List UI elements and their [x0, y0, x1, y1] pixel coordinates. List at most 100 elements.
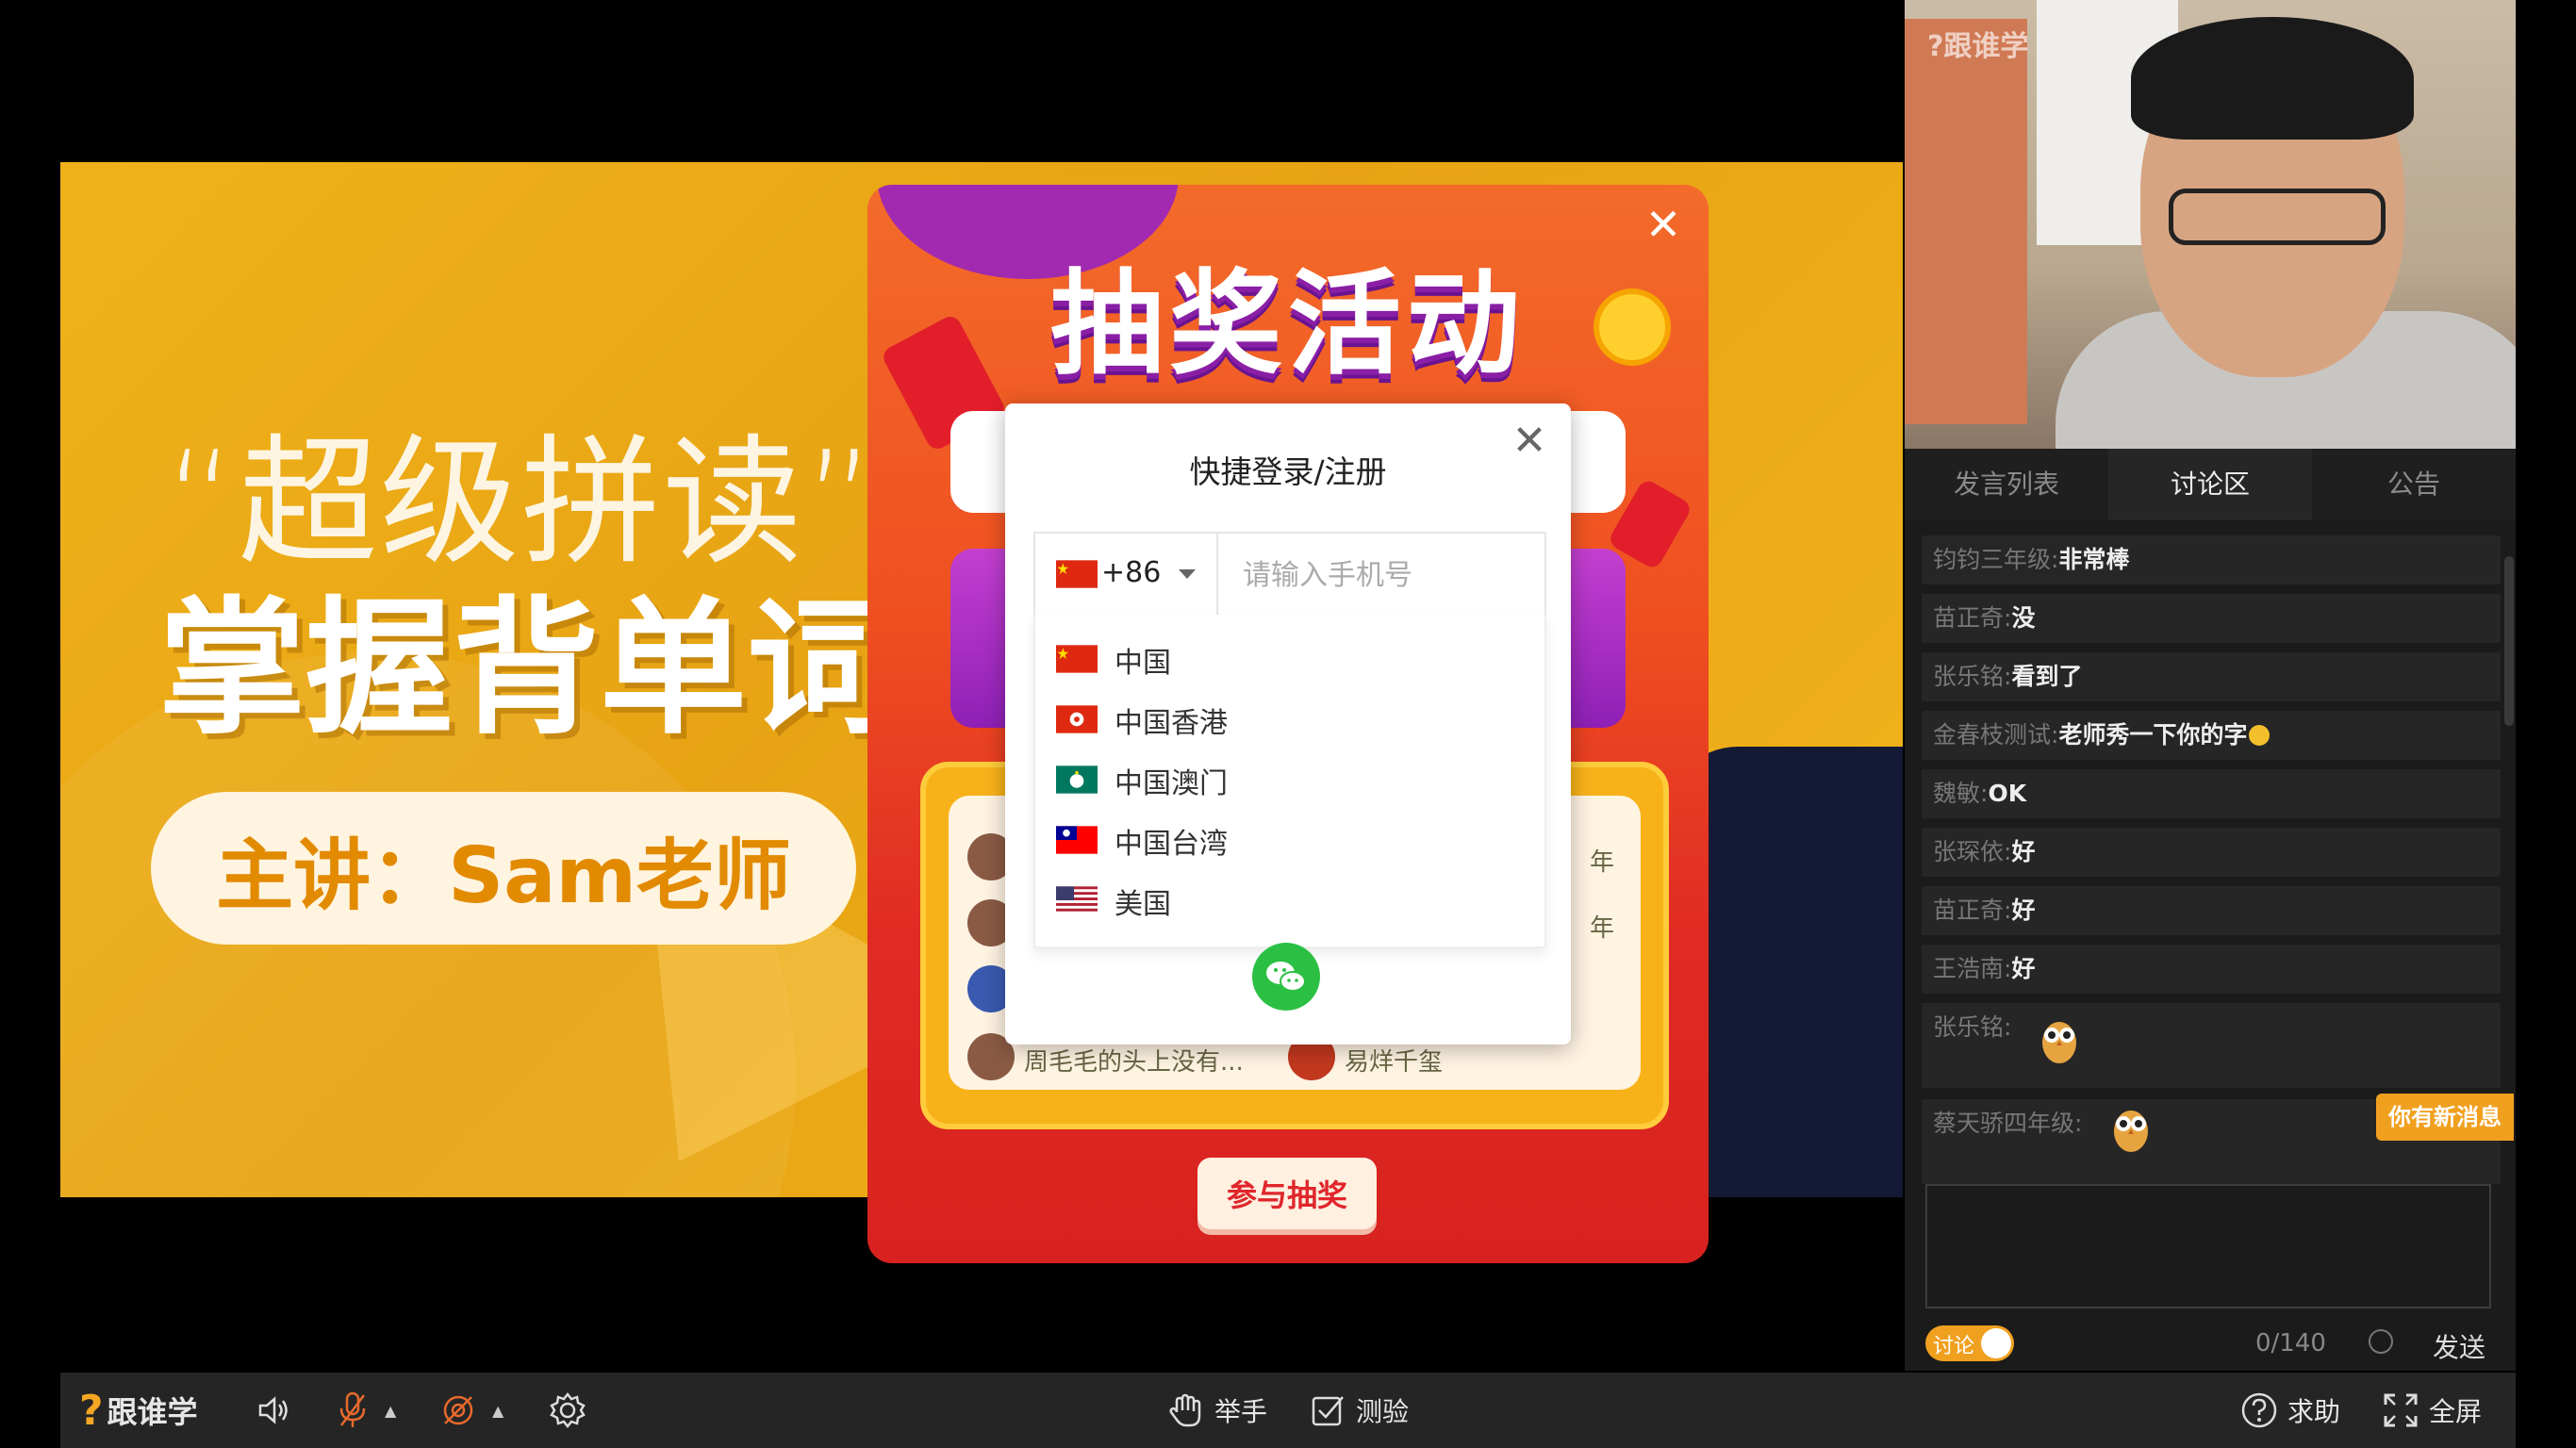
winner-name: 周毛毛的头上没有...: [1024, 1048, 1244, 1077]
chat-input[interactable]: [1925, 1184, 2491, 1308]
chat-message: 金春枝测试:老师秀一下你的字: [1922, 711, 2501, 760]
help-button[interactable]: 求助: [2238, 1373, 2340, 1448]
country-name: 中国香港: [1115, 707, 1228, 740]
message-text: 好: [2011, 955, 2036, 982]
country-code: +86: [1101, 556, 1162, 589]
new-message-badge[interactable]: 你有新消息: [2376, 1094, 2514, 1141]
speaker-button[interactable]: [255, 1373, 292, 1448]
china-flag-icon: [1056, 560, 1098, 588]
discussion-toggle[interactable]: 讨论: [1925, 1325, 2014, 1361]
help-label: 求助: [2287, 1396, 2341, 1427]
taiwan-flag-icon: [1056, 826, 1098, 854]
tab-discussion[interactable]: 讨论区: [2108, 449, 2312, 520]
join-lottery-button[interactable]: 参与抽奖: [1197, 1158, 1377, 1229]
message-text: 好: [2011, 897, 2036, 924]
teacher-figure: [2169, 189, 2386, 245]
winner-name-fragment: 年: [1590, 914, 1615, 943]
send-button[interactable]: 发送: [2433, 1327, 2485, 1365]
winner-name: 易烊千玺: [1345, 1048, 1444, 1077]
phone-field-row: +86: [1033, 532, 1546, 618]
speaker-icon: [258, 1396, 288, 1424]
country-option-macau[interactable]: 中国澳门: [1035, 749, 1544, 809]
login-close-icon[interactable]: ✕: [1501, 413, 1558, 469]
brand-logo: ? 跟谁学: [79, 1373, 198, 1448]
message-text: 好: [2011, 838, 2036, 865]
tab-announcement[interactable]: 公告: [2312, 449, 2516, 520]
message-user: 苗正奇:: [1933, 897, 2012, 924]
camera-button[interactable]: ▲: [438, 1373, 504, 1448]
bottom-toolbar: ? 跟谁学 ▲ ▲ 举手 测验 求助 全屏: [60, 1373, 2516, 1448]
china-flag-icon: [1056, 645, 1098, 673]
caret-up-icon[interactable]: ▲: [385, 1402, 396, 1420]
wechat-login-icon[interactable]: [1252, 943, 1320, 1011]
hongkong-flag-icon: [1056, 705, 1098, 733]
country-option-china[interactable]: 中国: [1035, 628, 1544, 688]
login-title: 快捷登录/注册: [1189, 453, 1387, 490]
tab-speaker-list[interactable]: 发言列表: [1905, 449, 2108, 520]
message-user: 蔡天骄四年级:: [1933, 1110, 2083, 1137]
country-dropdown-list: 中国 中国香港 中国澳门 中国台湾 美国: [1033, 615, 1546, 948]
camera-off-icon: [443, 1395, 473, 1425]
caret-up-icon[interactable]: ▲: [492, 1402, 504, 1420]
country-code-select[interactable]: +86: [1035, 534, 1218, 617]
quiz-button[interactable]: 测验: [1307, 1373, 1409, 1448]
brand-name: 跟谁学: [107, 1394, 198, 1430]
message-text: 非常棒: [2058, 546, 2130, 573]
message-user: 王浩南:: [1933, 955, 2012, 982]
country-name: 中国: [1115, 647, 1171, 680]
quiz-label: 测验: [1356, 1396, 1410, 1427]
emoji-picker-icon[interactable]: [2369, 1329, 2393, 1354]
chevron-down-icon: [1179, 569, 1196, 579]
login-dialog: 快捷登录/注册 ✕ +86 中国 中国香港 中国: [1005, 403, 1571, 1045]
chat-message: 张乐铭:: [1922, 1003, 2501, 1088]
slide-headline: 掌握背单词: [158, 583, 894, 754]
slide-presenter-pill: 主讲：Sam老师: [151, 792, 856, 945]
char-counter: 0/140: [2255, 1329, 2326, 1358]
raise-hand-label: 举手: [1214, 1396, 1268, 1427]
microphone-button[interactable]: ▲: [334, 1373, 396, 1448]
lottery-close-icon[interactable]: ✕: [1637, 198, 1690, 251]
gear-icon: [550, 1391, 586, 1429]
emoji-icon: [2249, 725, 2271, 746]
message-user: 金春枝测试:: [1933, 721, 2059, 749]
chat-message: 魏敏:OK: [1922, 769, 2501, 818]
country-option-taiwan[interactable]: 中国台湾: [1035, 809, 1544, 869]
raise-hand-button[interactable]: 举手: [1165, 1373, 1267, 1448]
winner-name-fragment: 年: [1590, 848, 1615, 877]
fullscreen-button[interactable]: 全屏: [2380, 1373, 2482, 1448]
brand-logo-icon: ?: [79, 1386, 104, 1435]
teacher-video: ?跟谁学: [1905, 0, 2516, 449]
message-user: 苗正奇:: [1933, 604, 2012, 632]
message-user: 钧钧三年级:: [1933, 546, 2059, 573]
message-text: 没: [2011, 604, 2036, 632]
chat-message: 王浩南:好: [1922, 945, 2501, 994]
chat-message: 苗正奇:好: [1922, 886, 2501, 935]
settings-button[interactable]: [547, 1373, 588, 1448]
chat-message: 张琛依:好: [1922, 828, 2501, 877]
wechat-icon: [1266, 962, 1306, 992]
phone-input[interactable]: [1218, 534, 1543, 617]
chat-scrollbar[interactable]: [2504, 556, 2514, 726]
lottery-title: 抽奖活动: [1050, 259, 1526, 390]
usa-flag-icon: [1056, 886, 1098, 914]
chat-message: 钧钧三年级:非常棒: [1922, 535, 2501, 584]
video-watermark: ?跟谁学: [1927, 30, 2029, 63]
message-text: 老师秀一下你的字: [2058, 721, 2248, 749]
owl-sticker: [2114, 1111, 2148, 1152]
chat-message: 苗正奇:没: [1922, 594, 2501, 643]
panel-tabs: 发言列表 讨论区 公告: [1905, 449, 2516, 520]
country-option-usa[interactable]: 美国: [1035, 869, 1544, 930]
country-name: 中国澳门: [1115, 767, 1228, 800]
teacher-figure: [2131, 17, 2414, 140]
microphone-off-icon: [339, 1391, 366, 1427]
toggle-knob: [1981, 1328, 2011, 1358]
chat-message: 张乐铭:看到了: [1922, 652, 2501, 701]
video-background: [1905, 19, 2027, 424]
message-text: 看到了: [2011, 663, 2083, 690]
message-text: OK: [1988, 780, 2027, 807]
country-name: 美国: [1115, 888, 1171, 921]
toggle-label: 讨论: [1933, 1335, 1975, 1358]
country-option-hongkong[interactable]: 中国香港: [1035, 688, 1544, 749]
owl-sticker: [2042, 1022, 2076, 1063]
message-user: 魏敏:: [1933, 780, 1989, 807]
